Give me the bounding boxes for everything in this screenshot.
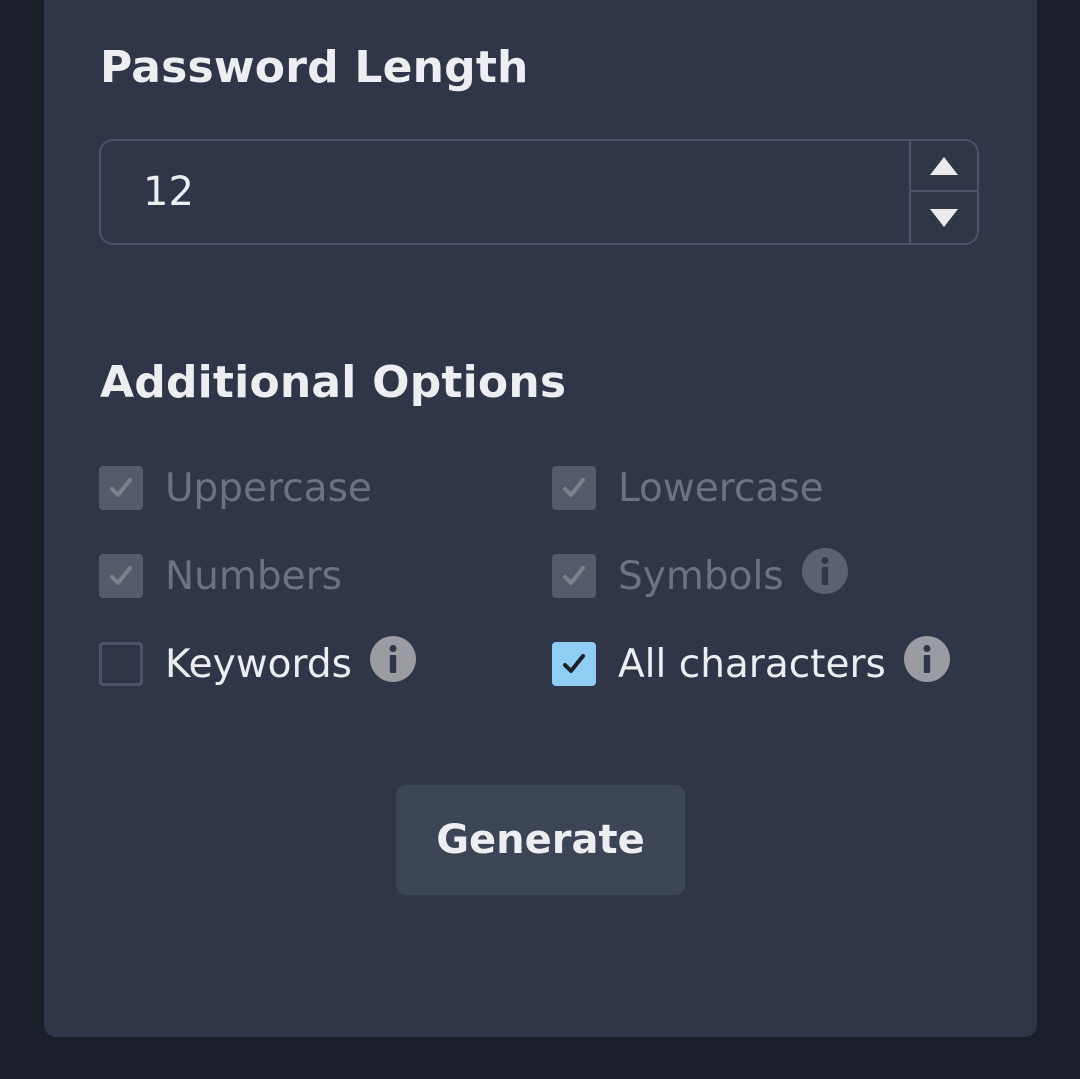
lowercase-checkbox[interactable] [552,466,596,510]
symbols-info-icon[interactable] [801,548,848,594]
length-stepper [909,141,977,243]
check-icon [563,566,585,585]
password-length-input[interactable] [143,141,843,243]
option-keywords: Keywords [99,636,416,687]
check-icon [563,478,585,497]
all-characters-info-icon[interactable] [903,636,950,682]
password-length-heading: Password Length [100,42,529,93]
decrement-button[interactable] [911,192,977,243]
keywords-checkbox[interactable] [99,642,143,686]
numbers-label: Numbers [165,553,342,599]
check-icon [110,566,132,585]
symbols-label: Symbols [618,553,784,599]
option-lowercase: Lowercase [552,465,824,511]
symbols-checkbox[interactable] [552,554,596,598]
option-all-characters: All characters [552,636,950,687]
all-characters-checkbox[interactable] [552,642,596,686]
password-length-field [99,139,979,245]
password-generator-card: Password Length Additional Options Upper… [44,0,1037,1037]
keywords-label: Keywords [165,641,352,687]
generate-button[interactable]: Generate [396,785,685,895]
option-numbers: Numbers [99,553,342,599]
keywords-info-icon[interactable] [369,636,416,682]
check-icon [110,478,132,497]
option-symbols: Symbols [552,548,848,599]
increment-button[interactable] [911,141,977,192]
uppercase-checkbox[interactable] [99,466,143,510]
check-icon [563,654,585,673]
option-uppercase: Uppercase [99,465,372,511]
lowercase-label: Lowercase [618,465,824,511]
triangle-down-icon [930,208,958,227]
triangle-up-icon [930,156,958,175]
uppercase-label: Uppercase [165,465,372,511]
additional-options-heading: Additional Options [100,357,567,408]
numbers-checkbox[interactable] [99,554,143,598]
all-characters-label: All characters [618,641,886,687]
